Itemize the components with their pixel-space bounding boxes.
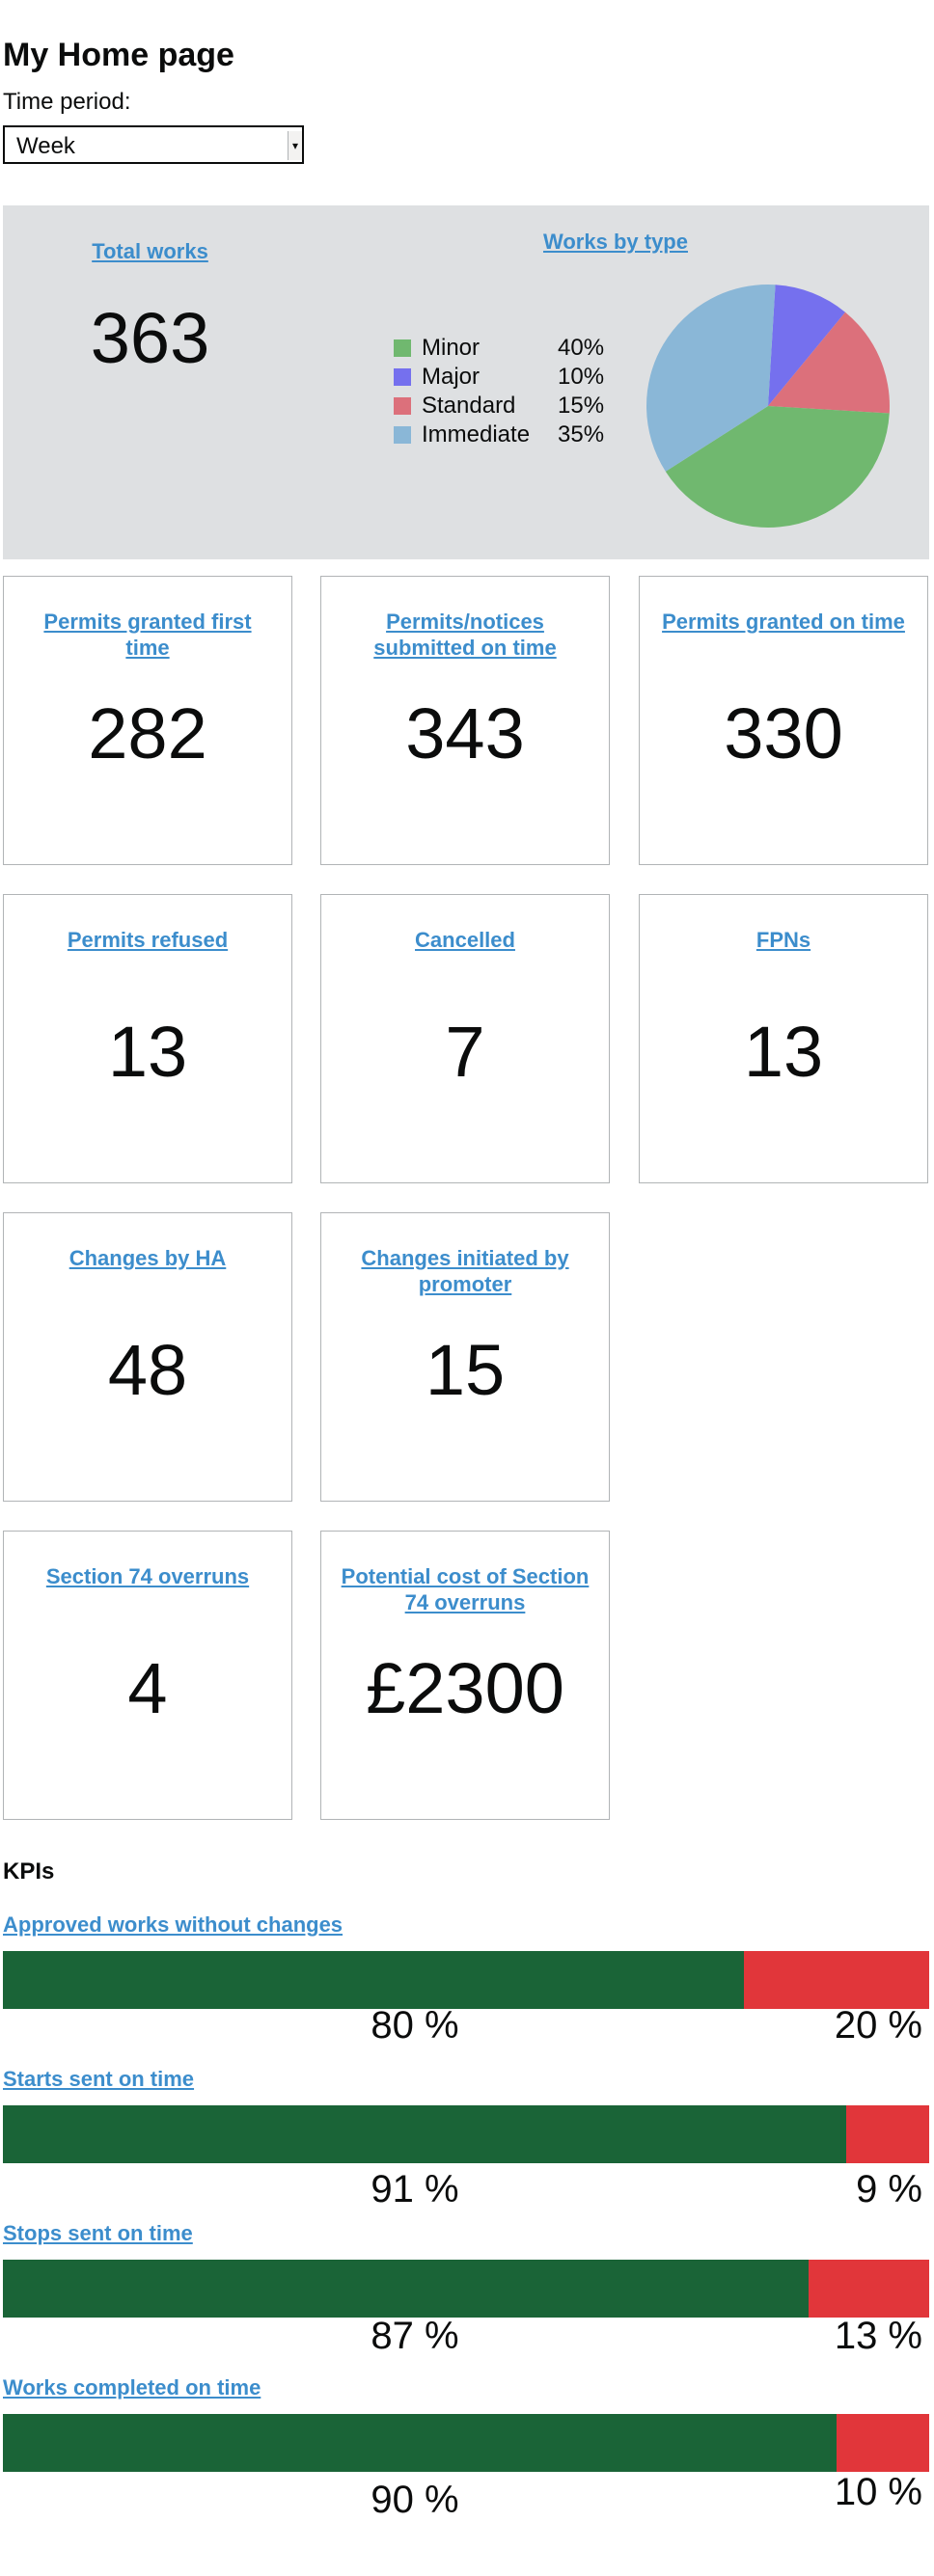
time-period-select[interactable]: Week ▾	[3, 125, 304, 164]
kpi-bad-segment	[845, 2105, 929, 2163]
legend-label: Immediate	[422, 421, 531, 447]
permits-notices-submitted-on-time-value: 343	[405, 693, 525, 773]
permits-refused-value: 13	[107, 1012, 188, 1092]
card-permits-granted-first-time: Permits granted first time 282	[3, 576, 292, 865]
changes-by-ha-link[interactable]: Changes by HA	[23, 1245, 272, 1271]
cancelled-value: 7	[445, 1012, 485, 1092]
changes-initiated-by-promoter-value: 15	[425, 1330, 506, 1410]
permits-granted-on-time-link[interactable]: Permits granted on time	[659, 609, 908, 635]
kpi-good-segment	[3, 2260, 810, 2318]
kpi-good-segment	[3, 2105, 846, 2163]
kpi-stops-sent-bad-value: 13 %	[834, 2315, 922, 2357]
kpi-stops-sent-good-value: 87 %	[371, 2315, 459, 2357]
potential-cost-section-74-value: £2300	[366, 1648, 564, 1728]
permits-granted-first-time-link[interactable]: Permits granted first time	[23, 609, 272, 661]
cancelled-link[interactable]: Cancelled	[341, 927, 590, 953]
legend-swatch-minor	[394, 339, 411, 357]
kpi-approved-works-link[interactable]: Approved works without changes	[3, 1912, 343, 1938]
legend-swatch-major	[394, 368, 411, 386]
dropdown-arrow-icon[interactable]: ▾	[288, 131, 302, 160]
kpi-starts-sent-link[interactable]: Starts sent on time	[3, 2067, 194, 2092]
kpi-good-segment	[3, 1951, 744, 2009]
potential-cost-section-74-link[interactable]: Potential cost of Section 74 overruns	[341, 1563, 590, 1615]
total-works-link[interactable]: Total works	[3, 239, 297, 264]
kpi-stops-sent-link[interactable]: Stops sent on time	[3, 2221, 193, 2246]
card-fpns: FPNs 13	[639, 894, 928, 1183]
section-74-overruns-link[interactable]: Section 74 overruns	[23, 1563, 272, 1589]
section-74-overruns-value: 4	[127, 1648, 168, 1728]
card-cancelled: Cancelled 7	[320, 894, 610, 1183]
card-changes-initiated-by-promoter: Changes initiated by promoter 15	[320, 1212, 610, 1502]
summary-panel: Total works 363 Works by type Minor 40% …	[3, 205, 929, 559]
legend-label: Standard	[422, 393, 516, 419]
legend-percentage: 40%	[558, 335, 605, 361]
card-section-74-overruns: Section 74 overruns 4	[3, 1531, 292, 1820]
legend-label: Major	[422, 364, 481, 390]
changes-by-ha-value: 48	[107, 1330, 188, 1410]
kpi-works-completed-bar	[3, 2414, 929, 2472]
legend-swatch-immediate	[394, 426, 411, 444]
changes-initiated-by-promoter-link[interactable]: Changes initiated by promoter	[341, 1245, 590, 1297]
card-permits-notices-submitted-on-time: Permits/notices submitted on time 343	[320, 576, 610, 865]
fpns-value: 13	[743, 1012, 824, 1092]
fpns-link[interactable]: FPNs	[659, 927, 908, 953]
kpi-stops-sent-bar	[3, 2260, 929, 2318]
permits-notices-submitted-on-time-link[interactable]: Permits/notices submitted on time	[341, 609, 590, 661]
works-by-type-pie-chart	[646, 285, 890, 528]
works-by-type-link[interactable]: Works by type	[534, 230, 698, 255]
kpi-approved-works-bar	[3, 1951, 929, 2009]
kpi-starts-sent-bar	[3, 2105, 929, 2163]
kpi-starts-sent-bad-value: 9 %	[856, 2168, 922, 2210]
total-works-value: 363	[90, 298, 210, 378]
card-permits-granted-on-time: Permits granted on time 330	[639, 576, 928, 865]
legend-percentage: 10%	[558, 364, 605, 390]
kpi-bad-segment	[809, 2260, 929, 2318]
legend-label: Minor	[422, 335, 481, 361]
kpi-bad-segment	[744, 1951, 929, 2009]
kpi-starts-sent-good-value: 91 %	[371, 2168, 459, 2210]
card-permits-refused: Permits refused 13	[3, 894, 292, 1183]
legend-swatch-standard	[394, 397, 411, 415]
kpi-works-completed-link[interactable]: Works completed on time	[3, 2375, 261, 2400]
legend-percentage: 15%	[558, 393, 605, 419]
permits-granted-on-time-value: 330	[724, 693, 843, 773]
permits-refused-link[interactable]: Permits refused	[23, 927, 272, 953]
kpi-good-segment	[3, 2414, 837, 2472]
kpis-heading: KPIs	[3, 1858, 55, 1885]
page-title: My Home page	[3, 37, 234, 73]
kpi-bad-segment	[837, 2414, 929, 2472]
time-period-selected-value: Week	[16, 133, 75, 159]
kpi-works-completed-bad-value: 10 %	[834, 2471, 922, 2513]
legend-percentage: 35%	[558, 421, 605, 447]
kpi-works-completed-good-value: 90 %	[371, 2479, 459, 2521]
time-period-label: Time period:	[3, 89, 131, 115]
kpi-approved-works-good-value: 80 %	[371, 2004, 459, 2047]
permits-granted-first-time-value: 282	[88, 693, 207, 773]
kpi-approved-works-bad-value: 20 %	[834, 2004, 922, 2047]
card-potential-cost-section-74: Potential cost of Section 74 overruns £2…	[320, 1531, 610, 1820]
card-changes-by-ha: Changes by HA 48	[3, 1212, 292, 1502]
